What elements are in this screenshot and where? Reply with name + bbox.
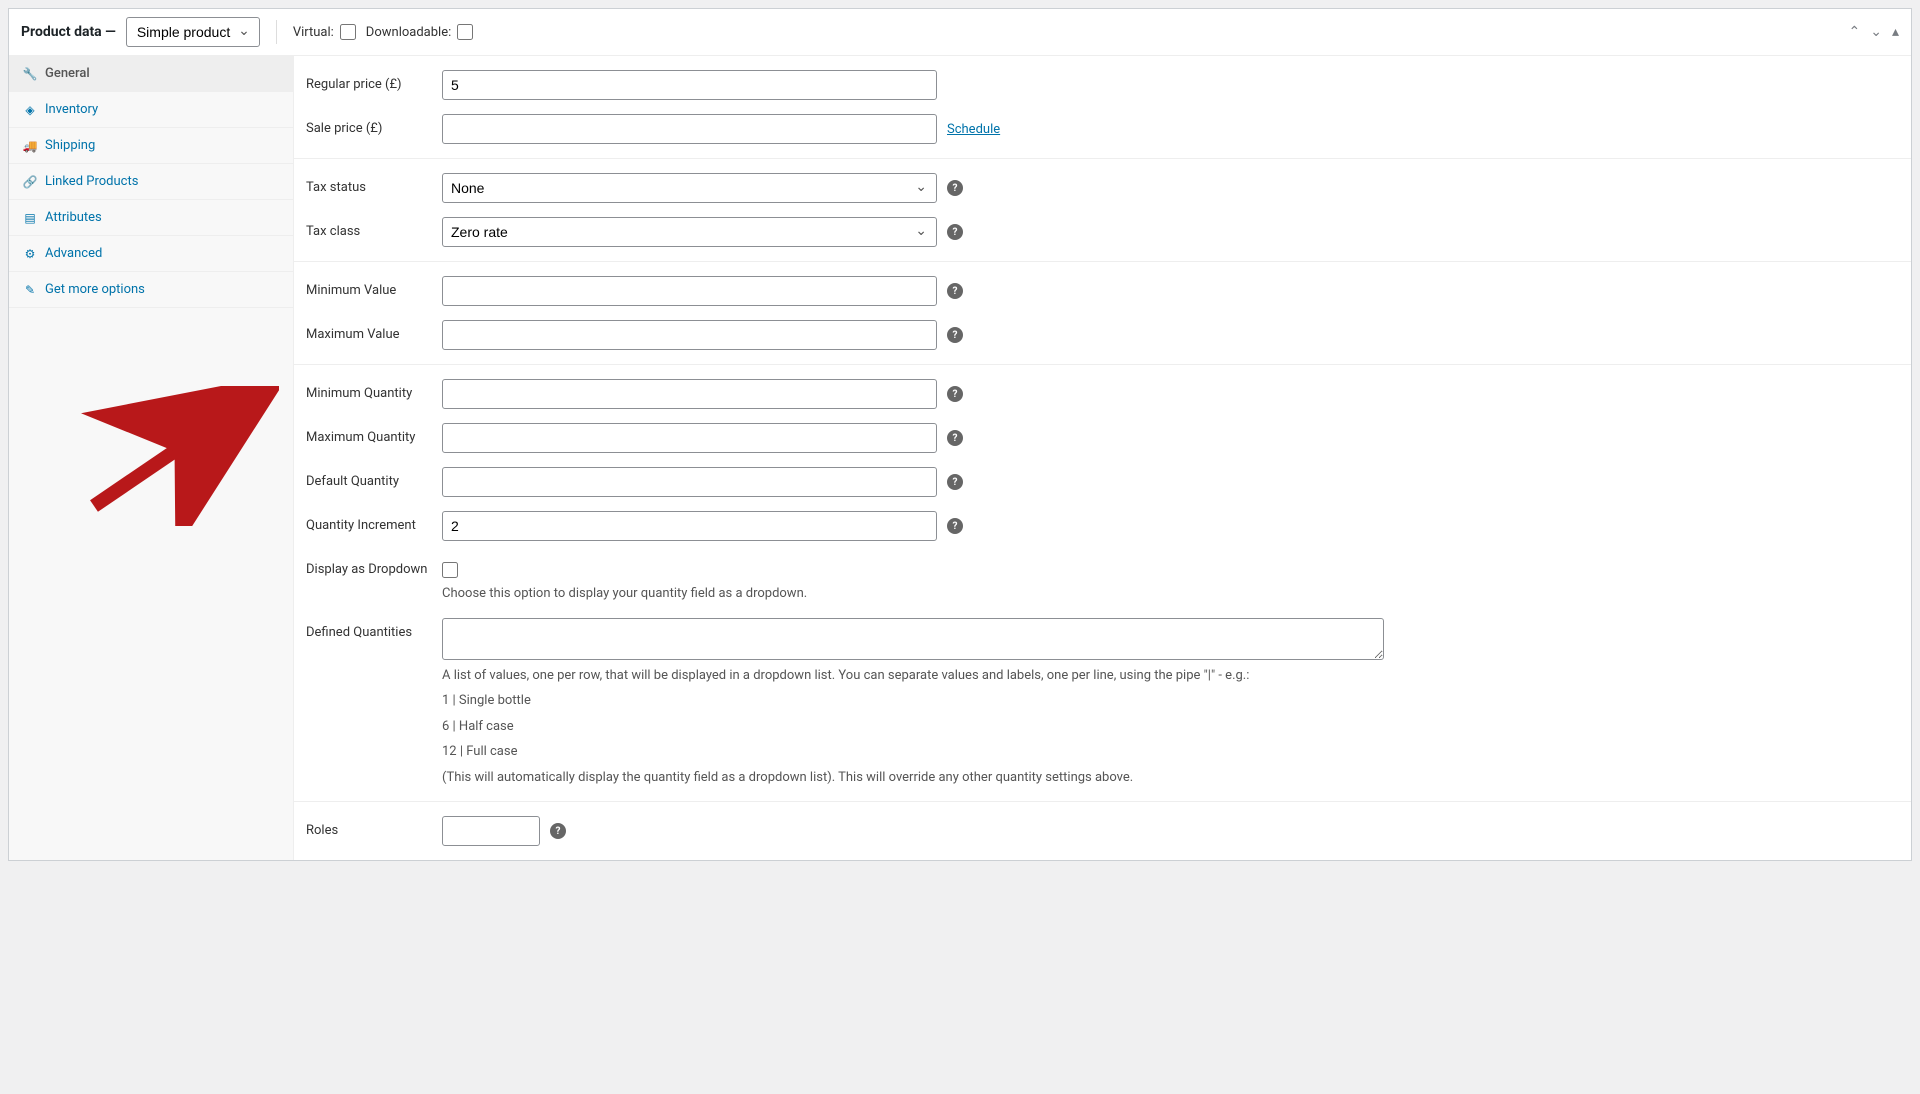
min-value-label: Minimum Value [306, 276, 442, 298]
defined-qty-ex-3: 12 | Full case [442, 742, 1384, 762]
min-value-input[interactable] [442, 276, 937, 306]
sidebar-item-general[interactable]: 🔧 General [9, 56, 293, 92]
chevron-down-icon[interactable]: ⌄ [1870, 24, 1882, 40]
sidebar-item-advanced[interactable]: ⚙ Advanced [9, 236, 293, 272]
panel-header: Product data — Simple product Virtual: D… [9, 9, 1911, 56]
inventory-icon: ◈ [23, 103, 37, 117]
defined-qty-desc-2: (This will automatically display the qua… [442, 768, 1384, 788]
display-dropdown-checkbox[interactable] [442, 562, 458, 578]
divider [276, 20, 277, 44]
default-qty-label: Default Quantity [306, 467, 442, 489]
sidebar-item-label: Shipping [45, 138, 95, 153]
min-qty-label: Minimum Quantity [306, 379, 442, 401]
qty-increment-input[interactable] [442, 511, 937, 541]
defined-qty-textarea[interactable] [442, 618, 1384, 660]
virtual-checkbox-group[interactable]: Virtual: [293, 24, 356, 40]
sidebar-item-label: Linked Products [45, 174, 138, 189]
virtual-checkbox[interactable] [340, 24, 356, 40]
help-icon[interactable]: ? [947, 430, 963, 446]
display-dropdown-desc: Choose this option to display your quant… [442, 584, 807, 604]
sidebar-item-label: Advanced [45, 246, 102, 261]
triangle-up-icon[interactable]: ▴ [1892, 24, 1899, 40]
link-icon: 🔗 [23, 175, 37, 189]
help-icon[interactable]: ? [550, 823, 566, 839]
help-icon[interactable]: ? [947, 474, 963, 490]
roles-label: Roles [306, 816, 442, 838]
wrench-icon: 🔧 [23, 67, 37, 81]
virtual-label: Virtual: [293, 25, 334, 40]
sale-price-input[interactable] [442, 114, 937, 144]
content-area: Regular price (£) Sale price (£) Schedul… [294, 56, 1911, 860]
chevron-up-icon[interactable]: ⌃ [1849, 24, 1861, 40]
roles-section: Roles ? [294, 802, 1911, 860]
help-icon[interactable]: ? [947, 327, 963, 343]
attributes-icon: ▤ [23, 211, 37, 225]
max-qty-input[interactable] [442, 423, 937, 453]
panel-body: 🔧 General ◈ Inventory 🚚 Shipping 🔗 Linke… [9, 56, 1911, 860]
help-icon[interactable]: ? [947, 386, 963, 402]
default-qty-input[interactable] [442, 467, 937, 497]
sale-price-label: Sale price (£) [306, 114, 442, 136]
sidebar-item-get-more[interactable]: ✎ Get more options [9, 272, 293, 308]
sidebar-item-label: Attributes [45, 210, 102, 225]
tax-section: Tax status None ? Tax class [294, 159, 1911, 262]
help-icon[interactable]: ? [947, 518, 963, 534]
max-qty-label: Maximum Quantity [306, 423, 442, 445]
panel-title: Product data — [21, 24, 116, 40]
downloadable-checkbox-group[interactable]: Downloadable: [366, 24, 473, 40]
help-icon[interactable]: ? [947, 224, 963, 240]
defined-qty-ex-2: 6 | Half case [442, 717, 1384, 737]
help-icon[interactable]: ? [947, 180, 963, 196]
product-data-panel: Product data — Simple product Virtual: D… [8, 8, 1912, 861]
panel-header-actions: ⌃ ⌄ ▴ [1849, 24, 1900, 40]
defined-qty-label: Defined Quantities [306, 618, 442, 640]
quantity-section: Minimum Quantity ? Maximum Quantity ? De… [294, 365, 1911, 802]
sidebar-item-label: General [45, 66, 90, 81]
pencil-icon: ✎ [23, 283, 37, 297]
tax-class-label: Tax class [306, 217, 442, 239]
price-section: Regular price (£) Sale price (£) Schedul… [294, 56, 1911, 159]
gear-icon: ⚙ [23, 247, 37, 261]
downloadable-label: Downloadable: [366, 25, 451, 40]
defined-qty-ex-1: 1 | Single bottle [442, 691, 1384, 711]
help-icon[interactable]: ? [947, 283, 963, 299]
sidebar-item-attributes[interactable]: ▤ Attributes [9, 200, 293, 236]
sidebar-item-label: Inventory [45, 102, 98, 117]
truck-icon: 🚚 [23, 139, 37, 153]
sidebar-item-label: Get more options [45, 282, 145, 297]
min-qty-input[interactable] [442, 379, 937, 409]
arrow-annotation-icon [79, 386, 279, 526]
max-value-label: Maximum Value [306, 320, 442, 342]
display-dropdown-label: Display as Dropdown [306, 555, 442, 577]
tax-status-select[interactable]: None [442, 173, 937, 203]
defined-qty-desc-1: A list of values, one per row, that will… [442, 666, 1384, 686]
tax-class-select[interactable]: Zero rate [442, 217, 937, 247]
sidebar-item-inventory[interactable]: ◈ Inventory [9, 92, 293, 128]
sidebar-item-linked-products[interactable]: 🔗 Linked Products [9, 164, 293, 200]
schedule-link[interactable]: Schedule [947, 122, 1000, 137]
sidebar: 🔧 General ◈ Inventory 🚚 Shipping 🔗 Linke… [9, 56, 294, 860]
downloadable-checkbox[interactable] [457, 24, 473, 40]
sidebar-item-shipping[interactable]: 🚚 Shipping [9, 128, 293, 164]
product-type-select[interactable]: Simple product [126, 17, 260, 47]
value-section: Minimum Value ? Maximum Value ? [294, 262, 1911, 365]
max-value-input[interactable] [442, 320, 937, 350]
qty-increment-label: Quantity Increment [306, 511, 442, 533]
roles-input[interactable] [442, 816, 540, 846]
regular-price-input[interactable] [442, 70, 937, 100]
tax-status-label: Tax status [306, 173, 442, 195]
regular-price-label: Regular price (£) [306, 70, 442, 92]
